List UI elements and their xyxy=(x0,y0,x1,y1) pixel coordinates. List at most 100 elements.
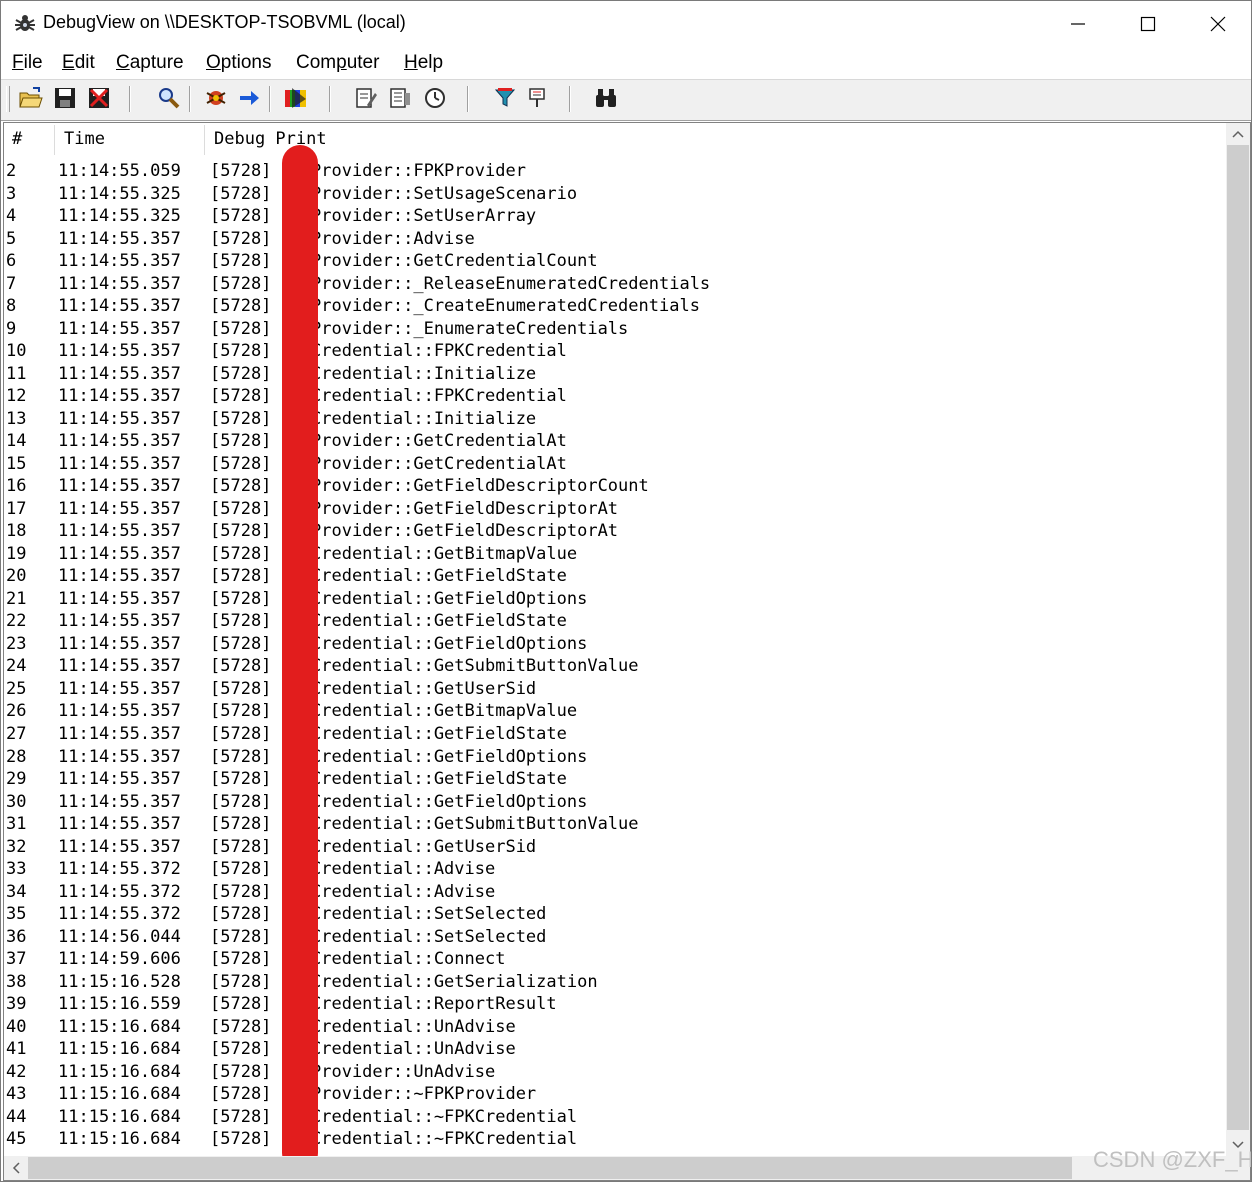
list-item[interactable]: 21 11:14:55.357 [5728] Credential::GetField… xyxy=(4,588,1226,610)
list-item[interactable]: 44 11:15:16.684 [5728] Credential::~FPKCred… xyxy=(4,1106,1226,1128)
list-item[interactable]: 36 11:14:56.044 [5728] Credential::SetSelec… xyxy=(4,926,1226,948)
list-item[interactable]: 32 11:14:55.357 [5728] Credential::GetUserS… xyxy=(4,836,1226,858)
toolbar xyxy=(1,79,1251,121)
list-item[interactable]: 43 11:15:16.684 [5728] Provider::~FPKProvid… xyxy=(4,1083,1226,1105)
list-item[interactable]: 16 11:14:55.357 [5728] Provider::GetFieldDe… xyxy=(4,475,1226,497)
column-header-time[interactable]: Time xyxy=(64,129,105,149)
row-message: Provider::GetFieldDescriptorAt xyxy=(311,521,619,542)
menu-help[interactable]: Help xyxy=(404,52,443,74)
list-item[interactable]: 31 11:14:55.357 [5728] Credential::GetSubmi… xyxy=(4,813,1226,835)
capture-win32-button[interactable] xyxy=(491,84,519,112)
list-item[interactable]: 6 11:14:55.357 [5728] Provider::GetCredenti… xyxy=(4,250,1226,272)
save-clear-button[interactable] xyxy=(85,84,113,112)
list-item[interactable]: 41 11:15:16.684 [5728] Credential::UnAdvise xyxy=(4,1038,1226,1060)
toolbar-grip[interactable] xyxy=(6,86,10,112)
scroll-up-button[interactable] xyxy=(1226,123,1250,145)
row-message: Credential::FPKCredential xyxy=(311,341,567,362)
column-header-number[interactable]: # xyxy=(12,129,22,149)
list-item[interactable]: 34 11:14:55.372 [5728] Credential::Advise xyxy=(4,881,1226,903)
list-item[interactable]: 25 11:14:55.357 [5728] Credential::GetUserS… xyxy=(4,678,1226,700)
list-item[interactable]: 39 11:15:16.559 [5728] Credential::ReportRe… xyxy=(4,993,1226,1015)
capture-button[interactable] xyxy=(202,84,230,112)
row-time: 11:14:55.325 xyxy=(58,206,181,227)
row-process-id: [5728] xyxy=(210,453,272,474)
capture-kernel-button[interactable] xyxy=(523,84,551,112)
row-message: Credential::SetSelected xyxy=(311,904,547,925)
close-icon xyxy=(1210,16,1226,32)
list-item[interactable]: 27 11:14:55.357 [5728] Credential::GetField… xyxy=(4,723,1226,745)
list-item[interactable]: 29 11:14:55.357 [5728] Credential::GetField… xyxy=(4,768,1226,790)
highlight-button[interactable] xyxy=(282,84,310,112)
list-item[interactable]: 19 11:14:55.357 [5728] Credential::GetBitma… xyxy=(4,543,1226,565)
list-item[interactable]: 42 11:15:16.684 [5728] Provider::UnAdvise xyxy=(4,1061,1226,1083)
list-item[interactable]: 14 11:14:55.357 [5728] Provider::GetCredent… xyxy=(4,430,1226,452)
row-time: 11:14:55.357 xyxy=(58,318,181,339)
filter-button[interactable] xyxy=(386,84,414,112)
row-time: 11:15:16.684 xyxy=(58,1084,181,1105)
vertical-scrollbar[interactable] xyxy=(1226,123,1250,1156)
list-item[interactable]: 18 11:14:55.357 [5728] Provider::GetFieldDe… xyxy=(4,520,1226,542)
list-item[interactable]: 12 11:14:55.357 [5728] Credential::FPKCrede… xyxy=(4,385,1226,407)
find-binoculars-button[interactable] xyxy=(592,84,620,112)
scroll-left-button[interactable] xyxy=(4,1157,28,1179)
list-item[interactable]: 9 11:14:55.357 [5728] Provider::_EnumerateC… xyxy=(4,318,1226,340)
maximize-button[interactable] xyxy=(1113,1,1183,47)
menu-bar: File Edit Capture Options Computer Help xyxy=(1,47,1251,79)
minimize-button[interactable] xyxy=(1043,1,1113,47)
list-item[interactable]: 45 11:15:16.684 [5728] Credential::~FPKCred… xyxy=(4,1128,1226,1150)
list-item[interactable]: 5 11:14:55.357 [5728] Provider::Advise xyxy=(4,228,1226,250)
menu-file[interactable]: File xyxy=(12,52,43,74)
row-number: 29 xyxy=(6,769,27,790)
horizontal-scrollbar[interactable] xyxy=(4,1156,1226,1180)
menu-capture[interactable]: Capture xyxy=(116,52,184,74)
list-item[interactable]: 30 11:14:55.357 [5728] Credential::GetField… xyxy=(4,791,1226,813)
row-time: 11:14:55.357 xyxy=(58,701,181,722)
list-item[interactable]: 7 11:14:55.357 [5728] Provider::_ReleaseEnu… xyxy=(4,273,1226,295)
list-item[interactable]: 2 11:14:55.059 [5728] Provider::FPKProvider xyxy=(4,160,1226,182)
list-item[interactable]: 23 11:14:55.357 [5728] Credential::GetField… xyxy=(4,633,1226,655)
list-item[interactable]: 28 11:14:55.357 [5728] Credential::GetField… xyxy=(4,746,1226,768)
row-process-id: [5728] xyxy=(210,543,272,564)
column-divider[interactable] xyxy=(54,125,55,155)
list-item[interactable]: 26 11:14:55.357 [5728] Credential::GetBitma… xyxy=(4,700,1226,722)
list-item[interactable]: 24 11:14:55.357 [5728] Credential::GetSubmi… xyxy=(4,655,1226,677)
list-item[interactable]: 17 11:14:55.357 [5728] Provider::GetFieldDe… xyxy=(4,498,1226,520)
toolbar-separator xyxy=(569,86,571,112)
list-item[interactable]: 22 11:14:55.357 [5728] Credential::GetField… xyxy=(4,610,1226,632)
list-item[interactable]: 37 11:14:59.606 [5728] Credential::Connect xyxy=(4,948,1226,970)
clock-time-button[interactable] xyxy=(421,84,449,112)
column-divider[interactable] xyxy=(204,125,205,155)
open-button[interactable] xyxy=(17,84,45,112)
list-item[interactable]: 40 11:15:16.684 [5728] Credential::UnAdvise xyxy=(4,1016,1226,1038)
menu-options[interactable]: Options xyxy=(206,52,271,74)
list-item[interactable]: 33 11:14:55.372 [5728] Credential::Advise xyxy=(4,858,1226,880)
menu-computer[interactable]: Computer xyxy=(296,52,379,74)
history-depth-button[interactable] xyxy=(352,84,380,112)
list-item[interactable]: 20 11:14:55.357 [5728] Credential::GetField… xyxy=(4,565,1226,587)
list-item[interactable]: 15 11:14:55.357 [5728] Provider::GetCredent… xyxy=(4,453,1226,475)
vertical-scroll-thumb[interactable] xyxy=(1227,145,1249,1130)
horizontal-scroll-thumb[interactable] xyxy=(28,1157,1072,1179)
row-number: 38 xyxy=(6,971,27,992)
row-message: Provider::SetUserArray xyxy=(311,206,537,227)
debug-output-list[interactable]: # Time Debug Print 2 11:14:55.059 [5728] Pr… xyxy=(3,122,1251,1181)
list-item[interactable]: 10 11:14:55.357 [5728] Credential::FPKCrede… xyxy=(4,340,1226,362)
menu-edit[interactable]: Edit xyxy=(62,52,95,74)
list-item[interactable]: 35 11:14:55.372 [5728] Credential::SetSelec… xyxy=(4,903,1226,925)
row-number: 22 xyxy=(6,611,27,632)
row-number: 34 xyxy=(6,881,27,902)
row-time: 11:14:55.357 xyxy=(58,431,181,452)
list-item[interactable]: 38 11:15:16.528 [5728] Credential::GetSeria… xyxy=(4,971,1226,993)
title-bar[interactable]: DebugView on \\DESKTOP-TSOBVML (local) xyxy=(1,1,1251,47)
list-item[interactable]: 11 11:14:55.357 [5728] Credential::Initiali… xyxy=(4,363,1226,385)
list-item[interactable]: 13 11:14:55.357 [5728] Credential::Initiali… xyxy=(4,408,1226,430)
list-item[interactable]: 3 11:14:55.325 [5728] Provider::SetUsageSce… xyxy=(4,183,1226,205)
column-header-debug-print[interactable]: Debug Print xyxy=(214,129,327,149)
find-button[interactable] xyxy=(155,84,183,112)
close-button[interactable] xyxy=(1183,1,1251,47)
save-button[interactable] xyxy=(51,84,79,112)
list-item[interactable]: 8 11:14:55.357 [5728] Provider::_CreateEnum… xyxy=(4,295,1226,317)
row-time: 11:15:16.684 xyxy=(58,1039,181,1060)
list-item[interactable]: 4 11:14:55.325 [5728] Provider::SetUserArra… xyxy=(4,205,1226,227)
autoscroll-button[interactable] xyxy=(235,84,263,112)
